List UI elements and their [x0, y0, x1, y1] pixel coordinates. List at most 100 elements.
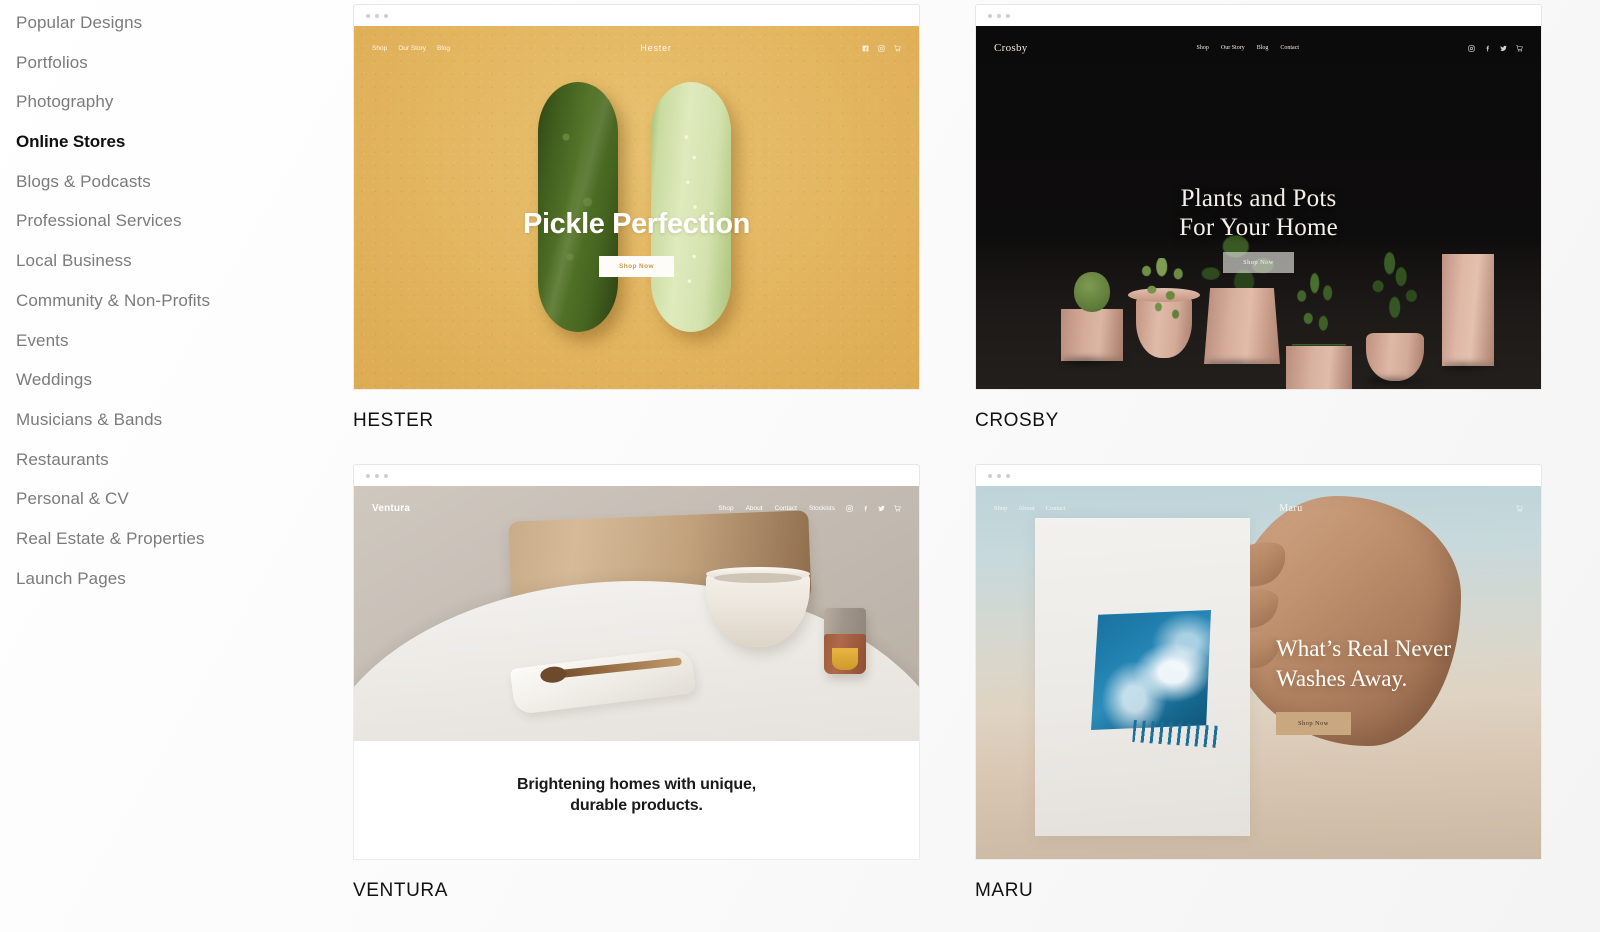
hero-headline-line2: For Your Home — [1179, 214, 1338, 241]
preview-nav-link[interactable]: Contact — [775, 505, 797, 512]
textile-fringe — [1132, 720, 1220, 748]
preview-nav-link[interactable]: Contact — [1280, 45, 1299, 51]
template-preview-ventura[interactable]: Ventura Shop About Contact Stockists Bri… — [353, 486, 920, 860]
preview-site-nav: Crosby Shop Our Story Blog Contact — [976, 26, 1541, 70]
preview-nav-link[interactable]: Shop — [372, 45, 387, 52]
window-dot-icon — [1006, 473, 1010, 478]
template-preview-crosby[interactable]: Crosby Shop Our Story Blog Contact Plant… — [975, 26, 1542, 390]
window-dot-icon — [997, 13, 1001, 18]
preview-nav-link[interactable]: Stockists — [809, 505, 835, 512]
template-gallery-page: Popular Designs Portfolios Photography O… — [0, 0, 1600, 932]
template-preview-hester[interactable]: Shop Our Story Blog Hester Pickle Perfec… — [353, 26, 920, 390]
window-dot-icon — [988, 13, 992, 18]
sidebar-item-portfolios[interactable]: Portfolios — [16, 44, 353, 84]
sidebar-item-launch-pages[interactable]: Launch Pages — [16, 560, 353, 600]
product-card-backdrop — [1035, 518, 1250, 836]
template-card-ventura[interactable]: Ventura Shop About Contact Stockists Bri… — [353, 464, 920, 902]
sidebar-item-weddings[interactable]: Weddings — [16, 361, 353, 401]
template-card-crosby[interactable]: Crosby Shop Our Story Blog Contact Plant… — [975, 4, 1542, 432]
browser-chrome-bar — [975, 464, 1542, 486]
template-title-ventura: VENTURA — [353, 880, 448, 901]
snake-plant-small — [1292, 272, 1346, 352]
preview-site-nav: Shop About Contact Maru — [976, 486, 1541, 530]
preview-nav-links: Shop About Contact Stockists — [718, 505, 835, 512]
cart-icon[interactable] — [894, 504, 901, 512]
template-grid-area: Shop Our Story Blog Hester Pickle Perfec… — [353, 0, 1600, 932]
preview-nav-icons — [846, 504, 901, 512]
cart-icon[interactable] — [1516, 44, 1523, 52]
hero-content-ventura: Brightening homes with unique, durable p… — [354, 774, 919, 816]
preview-site-nav: Shop Our Story Blog Hester — [354, 26, 919, 70]
ceramic-cup-image — [824, 608, 866, 674]
preview-nav-links: Shop About Contact — [994, 505, 1066, 512]
preview-nav-link[interactable]: Blog — [437, 45, 450, 52]
preview-site-logo: Maru — [1279, 502, 1303, 514]
preview-nav-link[interactable]: About — [1018, 505, 1034, 512]
hero-content-crosby: Plants and Pots For Your Home Shop Now — [976, 184, 1541, 273]
window-dot-icon — [384, 473, 388, 478]
preview-nav-link[interactable]: Shop — [718, 505, 733, 512]
preview-nav-links: Shop Our Story Blog — [372, 45, 450, 52]
instagram-icon[interactable] — [878, 44, 885, 52]
cucumber-whole-image — [538, 82, 618, 332]
window-dot-icon — [375, 473, 379, 478]
sidebar-item-personal-cv[interactable]: Personal & CV — [16, 480, 353, 520]
hero-headline-line1: Brightening homes with unique, — [516, 776, 757, 793]
preview-nav-link[interactable]: Shop — [994, 505, 1007, 512]
twitter-icon[interactable] — [878, 505, 885, 512]
preview-nav-link[interactable]: Our Story — [398, 45, 426, 52]
preview-site-logo: Hester — [640, 43, 672, 53]
preview-site-logo: Ventura — [372, 502, 411, 514]
shop-now-button[interactable]: Shop Now — [599, 255, 674, 277]
instagram-icon[interactable] — [846, 504, 853, 512]
cucumber-halved-image — [651, 82, 731, 332]
sidebar-item-professional-services[interactable]: Professional Services — [16, 202, 353, 242]
preview-site-nav: Ventura Shop About Contact Stockists — [354, 486, 919, 530]
sidebar-item-photography[interactable]: Photography — [16, 83, 353, 123]
instagram-icon[interactable] — [1468, 44, 1475, 52]
cart-icon[interactable] — [894, 44, 901, 52]
preview-nav-link[interactable]: Contact — [1046, 505, 1066, 512]
preview-nav-link[interactable]: Shop — [1197, 45, 1209, 51]
window-dot-icon — [366, 473, 370, 478]
sidebar-item-real-estate-properties[interactable]: Real Estate & Properties — [16, 520, 353, 560]
twitter-icon[interactable] — [1500, 45, 1507, 52]
sidebar-item-restaurants[interactable]: Restaurants — [16, 441, 353, 481]
window-dot-icon — [988, 473, 992, 478]
shop-now-button[interactable]: Shop Now — [1223, 252, 1294, 273]
template-card-maru[interactable]: Shop About Contact Maru What’s Real Neve… — [975, 464, 1542, 902]
pot-cube-medium — [1286, 346, 1352, 389]
sidebar-item-blogs-podcasts[interactable]: Blogs & Podcasts — [16, 163, 353, 203]
sidebar-item-events[interactable]: Events — [16, 322, 353, 362]
sidebar-item-online-stores[interactable]: Online Stores — [16, 123, 353, 163]
window-dot-icon — [366, 13, 370, 18]
hero-headline-line1: What’s Real Never — [1276, 636, 1451, 661]
shop-now-button[interactable]: Shop Now — [1276, 711, 1351, 735]
template-card-hester[interactable]: Shop Our Story Blog Hester Pickle Perfec… — [353, 4, 920, 432]
preview-site-logo: Crosby — [994, 42, 1028, 54]
hero-content-maru: What’s Real Never Washes Away. Shop Now — [1276, 634, 1451, 735]
facebook-icon[interactable] — [862, 45, 869, 52]
window-dot-icon — [997, 473, 1001, 478]
preview-nav-link[interactable]: About — [746, 505, 763, 512]
sidebar-item-popular-designs[interactable]: Popular Designs — [16, 4, 353, 44]
template-title-maru: MARU — [975, 880, 1034, 901]
template-grid: Shop Our Story Blog Hester Pickle Perfec… — [353, 4, 1600, 902]
template-title-hester: HESTER — [353, 410, 434, 431]
hero-headline-line2: Washes Away. — [1276, 665, 1408, 691]
browser-chrome-bar — [353, 4, 920, 26]
facebook-icon[interactable] — [862, 505, 869, 512]
browser-chrome-bar — [975, 4, 1542, 26]
facebook-icon[interactable] — [1484, 45, 1491, 52]
hero-headline-line1: Plants and Pots — [1180, 185, 1337, 212]
category-sidebar: Popular Designs Portfolios Photography O… — [0, 0, 353, 932]
window-dot-icon — [384, 13, 388, 18]
cart-icon[interactable] — [1516, 504, 1523, 512]
preview-nav-link[interactable]: Our Story — [1221, 45, 1245, 51]
sidebar-item-community-non-profits[interactable]: Community & Non-Profits — [16, 282, 353, 322]
template-preview-maru[interactable]: Shop About Contact Maru What’s Real Neve… — [975, 486, 1542, 860]
window-dot-icon — [375, 13, 379, 18]
sidebar-item-local-business[interactable]: Local Business — [16, 242, 353, 282]
sidebar-item-musicians-bands[interactable]: Musicians & Bands — [16, 401, 353, 441]
preview-nav-link[interactable]: Blog — [1257, 45, 1269, 51]
